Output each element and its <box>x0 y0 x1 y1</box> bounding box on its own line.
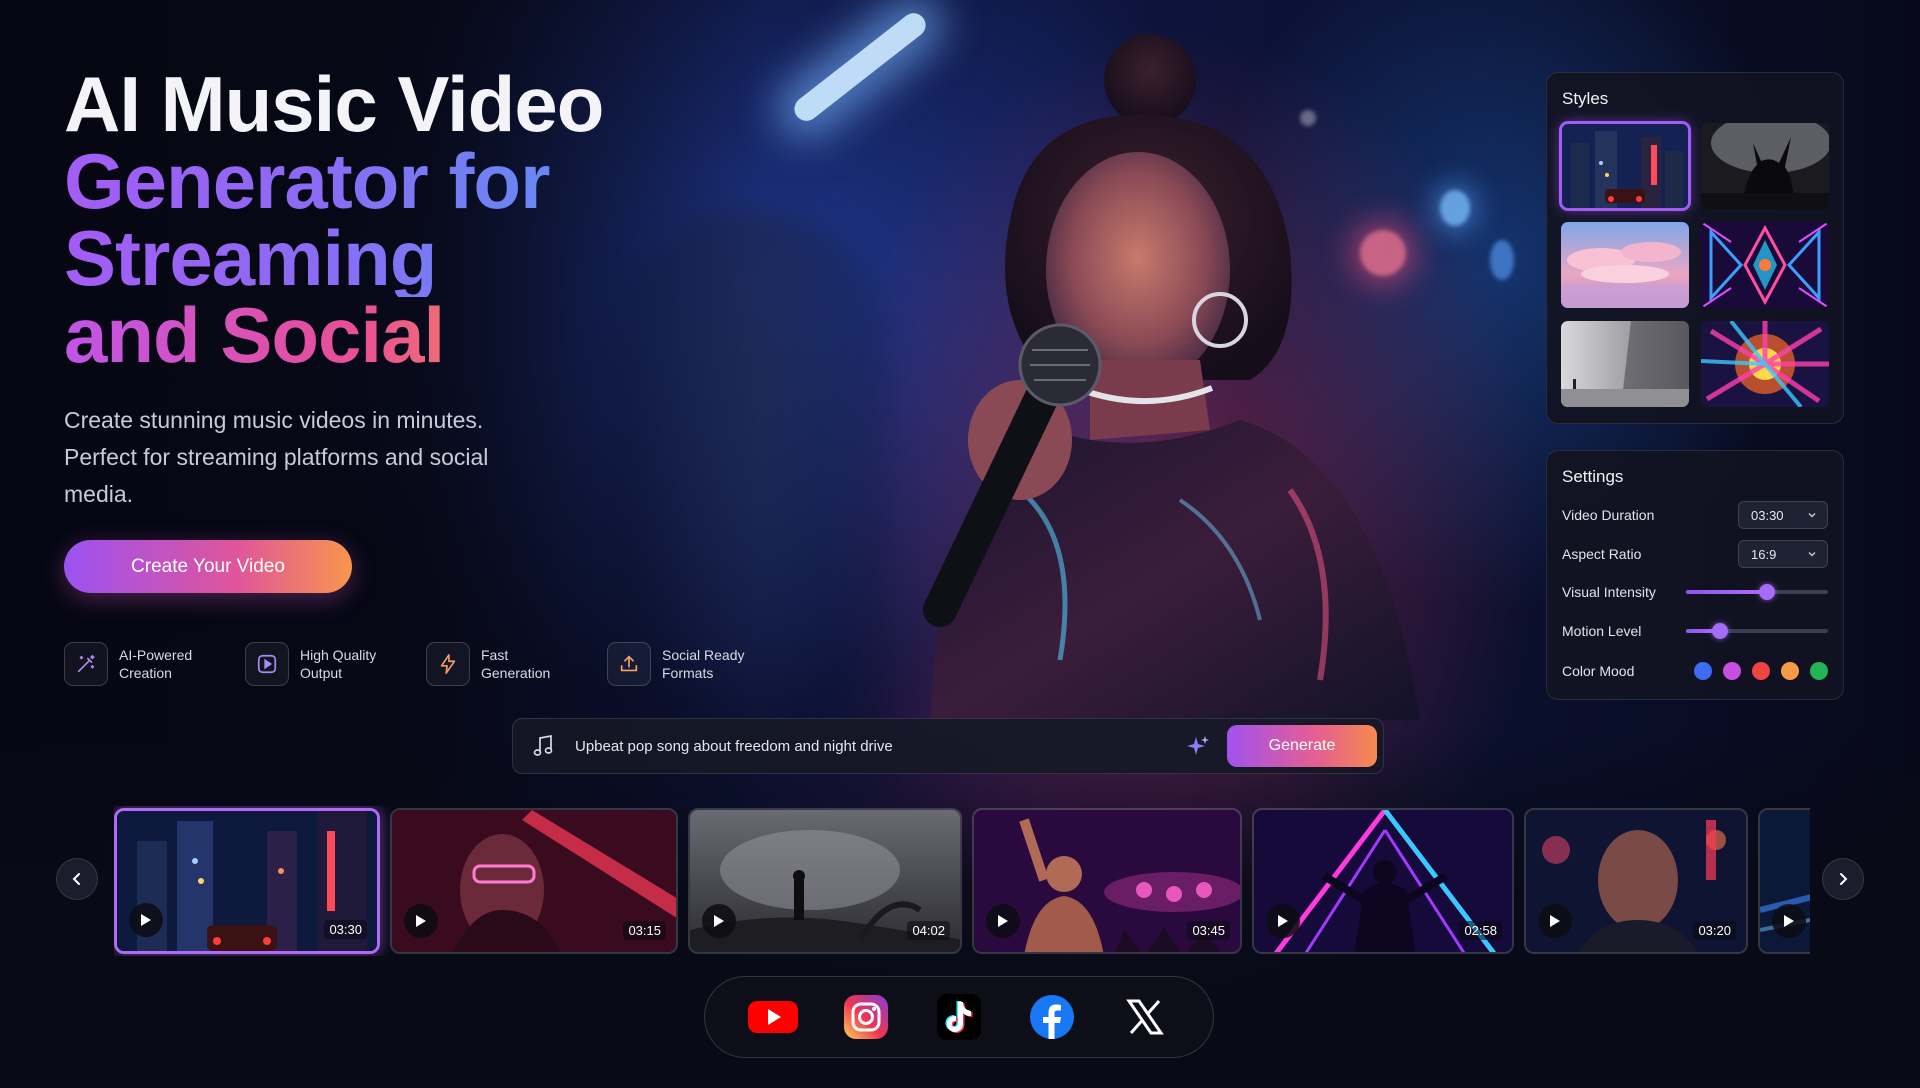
feature-label: AI-Powered Creation <box>119 647 193 681</box>
chevron-right-icon <box>1840 873 1848 885</box>
hero-title: AI Music Video Generator for Streaming a… <box>64 60 724 374</box>
hero-subtitle: Create stunning music videos in minutes.… <box>64 407 489 507</box>
color-mood-row: Color Mood <box>1562 662 1828 680</box>
color-swatch[interactable] <box>1781 662 1799 680</box>
style-monochrome-concert[interactable] <box>1701 123 1829 209</box>
video-duration-label: Video Duration <box>1562 507 1655 523</box>
styles-panel: Styles <box>1546 72 1844 424</box>
visual-intensity-slider[interactable] <box>1686 584 1828 600</box>
tiktok-icon[interactable] <box>933 991 985 1043</box>
play-icon[interactable] <box>1538 904 1572 938</box>
settings-title: Settings <box>1562 467 1624 486</box>
style-city-night[interactable] <box>1559 121 1691 211</box>
aspect-ratio-label: Aspect Ratio <box>1562 546 1642 562</box>
lightning-icon <box>426 642 470 686</box>
color-mood-label: Color Mood <box>1562 663 1635 679</box>
feature-social-ready: Social Ready Formats <box>607 642 762 686</box>
video-carousel: 03:30 03:15 04:02 03:45 02:58 03:20 <box>0 806 1920 956</box>
feature-high-quality: High Quality Output <box>245 642 400 686</box>
facebook-icon[interactable] <box>1026 991 1078 1043</box>
video-clip[interactable]: 03:45 <box>972 808 1242 954</box>
video-duration-value: 03:30 <box>1751 507 1784 523</box>
feature-ai-powered: AI-Powered Creation <box>64 642 219 686</box>
clip-duration: 02:58 <box>1459 921 1502 940</box>
clip-duration: 03:20 <box>1693 921 1736 940</box>
style-pastel-clouds[interactable] <box>1561 222 1689 308</box>
music-note-icon <box>529 734 557 758</box>
video-duration-select[interactable]: 03:30 <box>1738 501 1828 529</box>
instagram-icon[interactable] <box>840 991 892 1043</box>
generate-button[interactable]: Generate <box>1227 725 1377 767</box>
video-clip[interactable]: 04:02 <box>688 808 962 954</box>
play-icon[interactable] <box>1772 904 1806 938</box>
social-platforms-bar <box>704 976 1214 1058</box>
clip-duration: 03:30 <box>324 920 367 939</box>
color-mood-swatches <box>1694 662 1828 680</box>
visual-intensity-label: Visual Intensity <box>1562 584 1656 600</box>
feature-fast-generation: Fast Generation <box>426 642 581 686</box>
color-swatch[interactable] <box>1810 662 1828 680</box>
play-icon[interactable] <box>129 903 163 937</box>
style-kaleidoscope[interactable] <box>1701 222 1829 308</box>
video-clip[interactable]: 03:30 <box>114 808 380 954</box>
color-swatch[interactable] <box>1723 662 1741 680</box>
style-color-explosion[interactable] <box>1701 321 1829 407</box>
play-icon[interactable] <box>404 904 438 938</box>
color-swatch[interactable] <box>1694 662 1712 680</box>
hero-title-line3: Streaming <box>64 219 724 297</box>
x-icon[interactable] <box>1119 991 1171 1043</box>
video-clip[interactable]: 03:20 <box>1524 808 1748 954</box>
feature-label: Social Ready Formats <box>662 647 745 681</box>
create-video-button[interactable]: Create Your Video <box>64 540 352 593</box>
hero-title-line4: and Social <box>64 296 724 374</box>
youtube-icon[interactable] <box>747 991 799 1043</box>
play-icon[interactable] <box>1266 904 1300 938</box>
prompt-input[interactable] <box>575 737 1183 755</box>
video-clip[interactable] <box>1758 808 1810 954</box>
play-square-icon <box>245 642 289 686</box>
clip-duration: 03:15 <box>623 921 666 940</box>
hero-title-line1: AI Music Video <box>64 60 604 148</box>
magic-wand-icon <box>64 642 108 686</box>
aspect-ratio-select[interactable]: 16:9 <box>1738 540 1828 568</box>
feature-label: High Quality Output <box>300 647 377 681</box>
hero-title-line2: Generator for <box>64 142 724 220</box>
carousel-prev-button[interactable] <box>56 858 98 900</box>
clip-duration: 04:02 <box>907 921 950 940</box>
visual-intensity-row: Visual Intensity <box>1562 584 1828 600</box>
play-icon[interactable] <box>986 904 1020 938</box>
play-icon[interactable] <box>702 904 736 938</box>
clip-duration: 03:45 <box>1187 921 1230 940</box>
chevron-down-icon <box>1808 513 1816 518</box>
slider-fill <box>1686 590 1767 594</box>
styles-grid <box>1559 121 1829 407</box>
motion-level-row: Motion Level <box>1562 623 1828 639</box>
prompt-bar: Generate <box>512 718 1384 774</box>
feature-list: AI-Powered Creation High Quality Output … <box>64 642 762 686</box>
motion-level-slider[interactable] <box>1686 623 1828 639</box>
style-minimal-gray[interactable] <box>1561 321 1689 407</box>
styles-title: Styles <box>1562 89 1609 108</box>
chevron-left-icon <box>72 873 80 885</box>
feature-label: Fast Generation <box>481 647 551 681</box>
video-clip[interactable]: 02:58 <box>1252 808 1514 954</box>
sparkle-icon[interactable] <box>1183 734 1213 758</box>
slider-handle[interactable] <box>1758 584 1775 600</box>
settings-panel: Settings Video Duration 03:30 Aspect Rat… <box>1546 450 1844 700</box>
chevron-down-icon <box>1808 552 1816 557</box>
color-swatch[interactable] <box>1752 662 1770 680</box>
singer-illustration <box>923 34 1420 720</box>
video-clip[interactable]: 03:15 <box>390 808 678 954</box>
upload-icon <box>607 642 651 686</box>
video-duration-row: Video Duration 03:30 <box>1562 501 1828 529</box>
carousel-next-button[interactable] <box>1822 858 1864 900</box>
slider-handle[interactable] <box>1712 623 1729 639</box>
aspect-ratio-row: Aspect Ratio 16:9 <box>1562 540 1828 568</box>
carousel-track: 03:30 03:15 04:02 03:45 02:58 03:20 <box>114 806 1810 956</box>
aspect-ratio-value: 16:9 <box>1751 546 1777 562</box>
motion-level-label: Motion Level <box>1562 623 1642 639</box>
